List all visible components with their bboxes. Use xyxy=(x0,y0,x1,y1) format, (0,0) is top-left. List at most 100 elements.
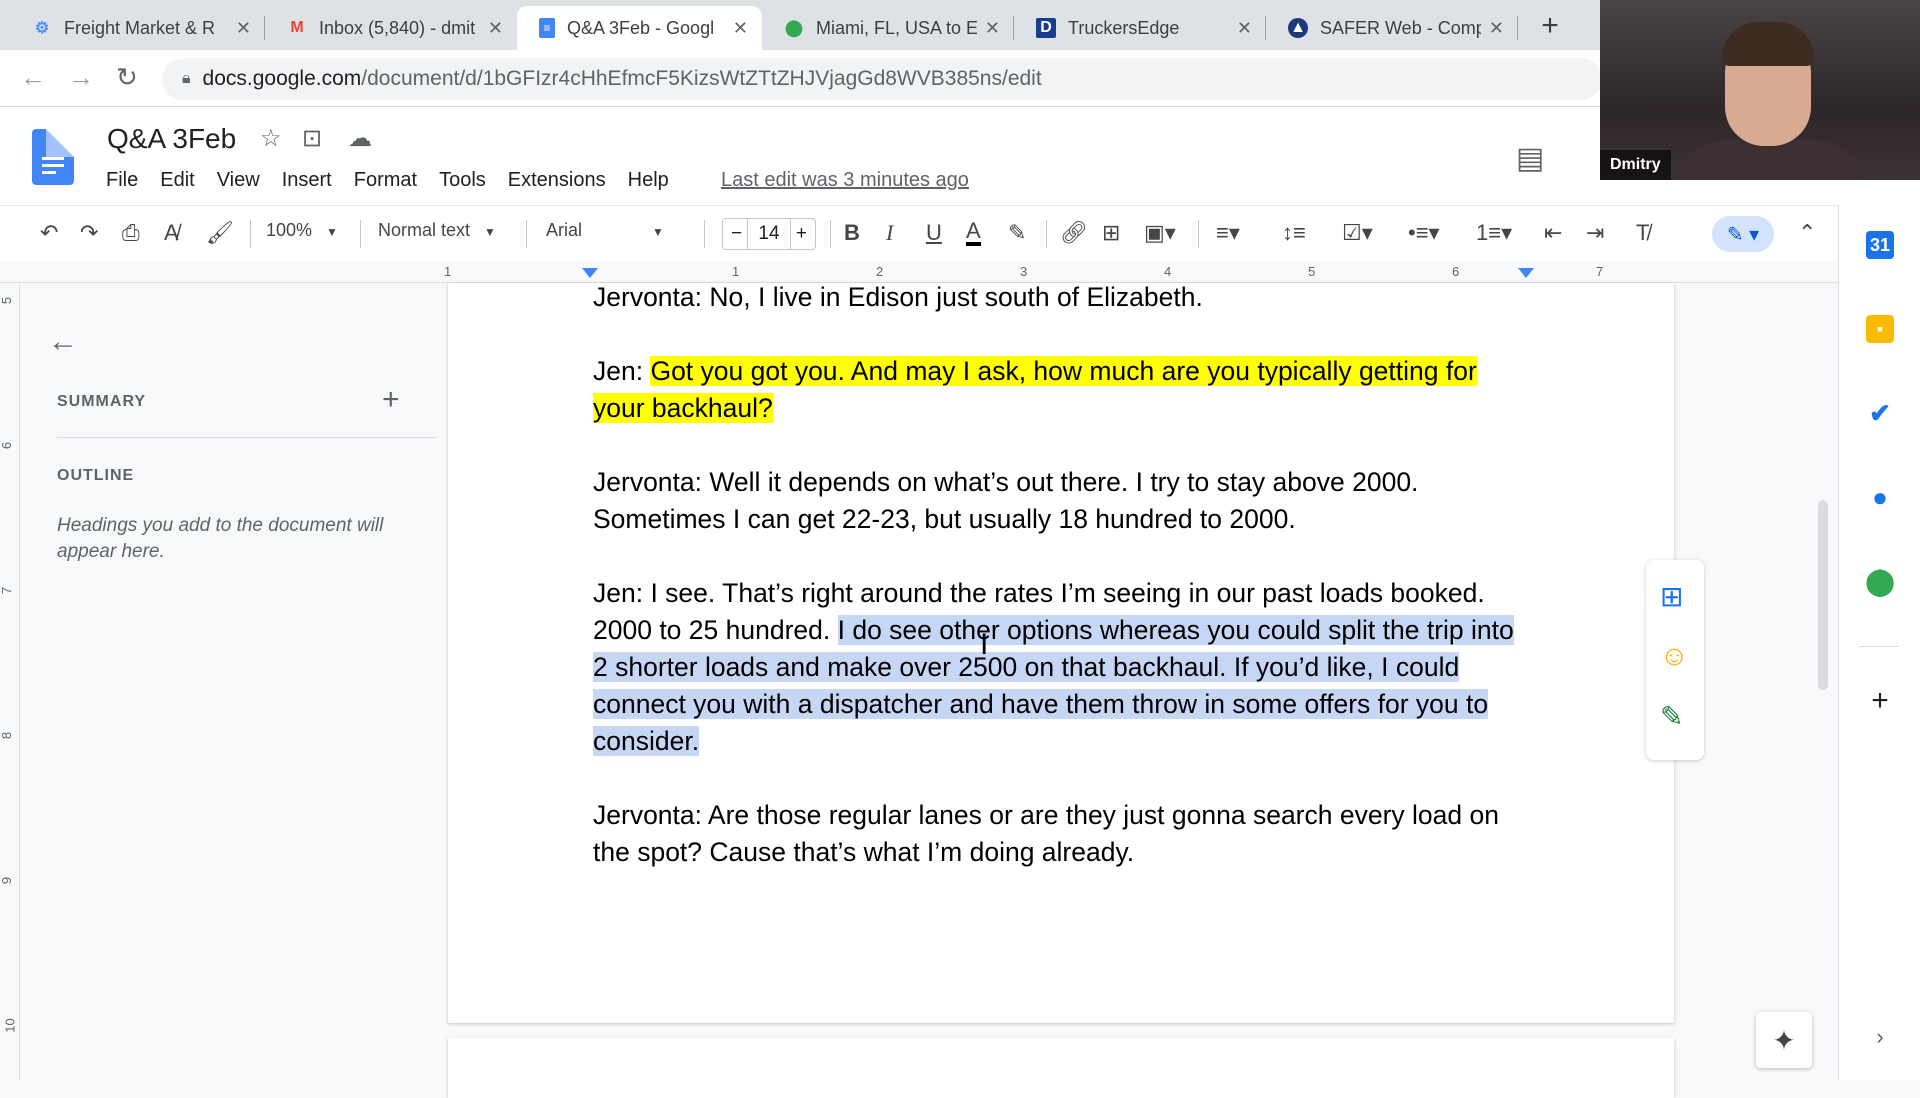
contacts-icon[interactable]: ● xyxy=(1866,482,1894,512)
zoom-value: 100% xyxy=(266,220,313,240)
paragraph[interactable]: Jervonta: Well it depends on what’s out … xyxy=(593,464,1533,538)
text-color-icon[interactable]: A xyxy=(966,220,981,246)
expand-panel-icon[interactable]: › xyxy=(1866,1023,1894,1051)
ruler-number: 5 xyxy=(1308,264,1316,279)
browser-tab[interactable]: ⚙ Freight Market & R ✕ xyxy=(10,6,265,50)
comment-history-icon[interactable]: ▤ xyxy=(1516,141,1544,176)
keep-icon[interactable]: ▪ xyxy=(1866,315,1894,343)
paragraph[interactable]: Jen: I see. That’s right around the rate… xyxy=(593,575,1533,760)
menu-format[interactable]: Format xyxy=(354,169,417,192)
next-page[interactable] xyxy=(448,1038,1674,1098)
suggest-edits-icon[interactable]: ✎ xyxy=(1660,700,1683,733)
menu-file[interactable]: File xyxy=(106,169,138,192)
document-title[interactable]: Q&A 3Feb xyxy=(107,123,236,155)
star-icon[interactable]: ☆ xyxy=(260,124,282,153)
gmail-icon: M xyxy=(290,19,304,36)
paragraph[interactable]: Jen: Got you got you. And may I ask, how… xyxy=(593,353,1533,427)
add-comment-icon[interactable]: ⊞ xyxy=(1102,220,1120,246)
highlighted-text[interactable]: Got you got you. And may I ask, how much… xyxy=(593,356,1477,423)
forward-arrow-icon[interactable]: → xyxy=(68,62,94,93)
last-edit-link[interactable]: Last edit was 3 minutes ago xyxy=(721,169,969,192)
underline-icon[interactable]: U xyxy=(926,220,942,246)
docs-icon: ≡ xyxy=(539,18,555,38)
emoji-reaction-icon[interactable]: ☺ xyxy=(1660,640,1689,672)
docs-logo-icon[interactable] xyxy=(32,129,74,185)
browser-tab[interactable]: ▲ SAFER Web - Comp ✕ xyxy=(1266,6,1518,50)
font-size-value[interactable]: 14 xyxy=(747,219,791,249)
add-summary-icon[interactable]: + xyxy=(382,383,400,417)
add-comment-icon[interactable]: ⊞ xyxy=(1660,580,1683,613)
hide-menus-icon[interactable]: ⌃ xyxy=(1798,220,1816,246)
undo-icon[interactable]: ↶ xyxy=(40,220,58,246)
insert-link-icon[interactable]: 🔗︎ xyxy=(1060,220,1088,246)
print-icon[interactable]: ⎙ xyxy=(122,220,140,246)
zoom-select[interactable]: 100% ▼ xyxy=(266,220,338,241)
close-icon[interactable]: ✕ xyxy=(985,18,1000,39)
browser-tab[interactable]: M Inbox (5,840) - dmit ✕ xyxy=(265,6,517,50)
close-outline-arrow-icon[interactable]: ← xyxy=(48,325,78,359)
right-indent-marker[interactable] xyxy=(1518,268,1534,278)
bulleted-list-icon[interactable]: •≡▾ xyxy=(1408,220,1440,246)
tasks-icon[interactable]: ✔ xyxy=(1866,398,1894,428)
redo-icon[interactable]: ↷ xyxy=(80,220,98,246)
editing-mode-button[interactable]: ✎ ▾ xyxy=(1712,216,1774,252)
document-page[interactable]: Jervonta: No, I live in Edison just sout… xyxy=(448,282,1674,1023)
font-size-stepper[interactable]: − 14 + xyxy=(722,218,816,250)
close-icon[interactable]: ✕ xyxy=(1237,18,1252,39)
formatting-toolbar: ↶ ↷ ⎙ A̸ 🖌︎ 100% ▼ Normal text ▼ Arial ▼ − … xyxy=(0,205,1838,261)
decrease-indent-icon[interactable]: ⇤ xyxy=(1544,220,1562,246)
menu-tools[interactable]: Tools xyxy=(439,169,486,192)
checklist-icon[interactable]: ☑▾ xyxy=(1342,220,1373,246)
left-indent-marker[interactable] xyxy=(582,268,598,278)
vertical-scrollbar[interactable] xyxy=(1818,500,1828,690)
person-shirt xyxy=(1670,140,1870,180)
maps-icon[interactable]: ⬤ xyxy=(1865,566,1894,596)
move-folder-icon[interactable]: ⊡ xyxy=(302,124,322,153)
browser-tab[interactable]: ⬤ Miami, FL, USA to E ✕ xyxy=(762,6,1014,50)
document-body[interactable]: Jervonta: No, I live in Edison just sout… xyxy=(593,279,1533,908)
paragraph[interactable]: Jervonta: Are those regular lanes or are… xyxy=(593,797,1533,871)
vruler-number: 5 xyxy=(0,296,15,305)
menu-help[interactable]: Help xyxy=(628,169,669,192)
reload-icon[interactable]: ↻ xyxy=(116,62,138,93)
close-icon[interactable]: ✕ xyxy=(1489,18,1504,39)
ruler-number: 1 xyxy=(732,264,740,279)
align-icon[interactable]: ≡▾ xyxy=(1216,220,1240,246)
numbered-list-icon[interactable]: 1≡▾ xyxy=(1476,220,1512,246)
cloud-saved-icon[interactable]: ☁ xyxy=(348,124,372,153)
url-field[interactable]: 🔒︎ docs.google.com/document/d/1bGFIzr4cH… xyxy=(162,58,1602,100)
style-select[interactable]: Normal text ▼ xyxy=(378,220,496,241)
explore-button[interactable]: ✦ xyxy=(1756,1012,1812,1068)
highlight-color-icon[interactable]: ✎ xyxy=(1008,220,1026,246)
decrease-font-icon[interactable]: − xyxy=(731,223,742,245)
paragraph[interactable]: Jervonta: No, I live in Edison just sout… xyxy=(593,279,1533,316)
calendar-icon[interactable]: 31 xyxy=(1866,231,1894,259)
text-cursor-icon: I xyxy=(980,628,989,661)
browser-tab[interactable]: D TruckersEdge ✕ xyxy=(1014,6,1266,50)
get-addons-icon[interactable]: + xyxy=(1866,684,1894,717)
menu-extensions[interactable]: Extensions xyxy=(508,169,606,192)
italic-icon[interactable]: I xyxy=(886,220,893,246)
increase-font-icon[interactable]: + xyxy=(796,223,807,245)
speaker-label: Jen: xyxy=(593,356,651,386)
tab-title: Q&A 3Feb - Googl xyxy=(567,17,715,38)
menu-view[interactable]: View xyxy=(217,169,260,192)
spellcheck-icon[interactable]: A̸ xyxy=(164,220,179,246)
line-spacing-icon[interactable]: ↕≡ xyxy=(1282,220,1306,246)
increase-indent-icon[interactable]: ⇥ xyxy=(1586,220,1604,246)
browser-tab-active[interactable]: ≡ Q&A 3Feb - Googl ✕ xyxy=(517,6,762,50)
bold-icon[interactable]: B xyxy=(844,220,860,246)
close-icon[interactable]: ✕ xyxy=(236,18,251,39)
clear-formatting-icon[interactable]: T̸ xyxy=(1636,220,1649,246)
close-icon[interactable]: ✕ xyxy=(733,18,748,39)
menu-edit[interactable]: Edit xyxy=(160,169,194,192)
toolbar-divider xyxy=(830,220,831,248)
new-tab-button[interactable]: + xyxy=(1530,6,1570,46)
back-arrow-icon[interactable]: ← xyxy=(20,62,46,93)
caret-down-icon: ▼ xyxy=(484,225,496,239)
font-select[interactable]: Arial ▼ xyxy=(546,220,686,241)
close-icon[interactable]: ✕ xyxy=(488,18,503,39)
insert-image-icon[interactable]: ▣▾ xyxy=(1144,220,1176,246)
paint-format-icon[interactable]: 🖌︎ xyxy=(206,220,234,246)
menu-insert[interactable]: Insert xyxy=(282,169,332,192)
